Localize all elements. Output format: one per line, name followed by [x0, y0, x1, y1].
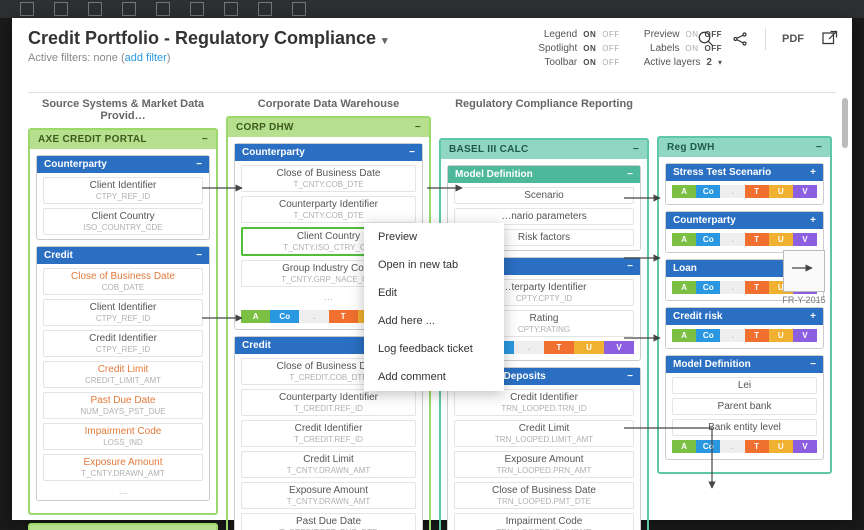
context-menu[interactable]: Preview Open in new tab Edit Add here ..…: [364, 223, 504, 391]
ent-axe-credit[interactable]: Credit− Close of Business DateCOB_DATE C…: [36, 246, 210, 501]
ctx-edit[interactable]: Edit: [364, 279, 504, 307]
sys-ext[interactable]: EXTERNAL PROVIDERS− External Rating− Rat…: [28, 523, 218, 530]
view-toggles: Legend ON OFF Spotlight ON OFF Toolbar O…: [538, 28, 722, 70]
doc-node[interactable]: FR-Y-2015: [782, 250, 826, 305]
ctx-opentab[interactable]: Open in new tab: [364, 251, 504, 279]
ent-stress[interactable]: Stress Test Scenario+ ACo.TUV: [665, 163, 824, 205]
export-pdf[interactable]: PDF: [782, 33, 804, 45]
toolbar: PDF: [697, 28, 838, 50]
ent-reg-cpty[interactable]: Counterparty+ ACo.TUV: [665, 211, 824, 253]
ent-loandep[interactable]: Loan And Deposits− Credit IdentifierTRN_…: [447, 367, 641, 530]
col-source-systems: Source Systems & Market Data Provid… AXE…: [28, 94, 218, 530]
ent-axe-cpty[interactable]: Counterparty− Client IdentifierCTPY_REF_…: [36, 155, 210, 240]
search-icon[interactable]: [697, 30, 715, 48]
app-topbar: [0, 0, 864, 18]
scrollbar[interactable]: [842, 98, 848, 148]
col-reg-right: Reg DWH− Stress Test Scenario+ ACo.TUV C…: [657, 94, 832, 530]
ctx-preview[interactable]: Preview: [364, 223, 504, 251]
add-filter-link[interactable]: add filter: [125, 52, 167, 64]
ctx-addhere[interactable]: Add here ...: [364, 307, 504, 335]
sys-axe[interactable]: AXE CREDIT PORTAL− Counterparty− Client …: [28, 128, 218, 515]
popout-icon[interactable]: [820, 30, 838, 48]
ent-crisk[interactable]: Credit risk+ ACo.TUV: [665, 307, 824, 349]
ctx-logfb[interactable]: Log feedback ticket: [364, 335, 504, 363]
sys-regdwh[interactable]: Reg DWH− Stress Test Scenario+ ACo.TUV C…: [657, 136, 832, 474]
ent-reg-model[interactable]: Model Definition− Lei Parent bank Bank e…: [665, 355, 824, 460]
share-icon[interactable]: [731, 30, 749, 48]
ctx-addcomment[interactable]: Add comment: [364, 363, 504, 391]
diagram-sheet: Credit Portfolio - Regulatory Compliance…: [12, 18, 852, 520]
